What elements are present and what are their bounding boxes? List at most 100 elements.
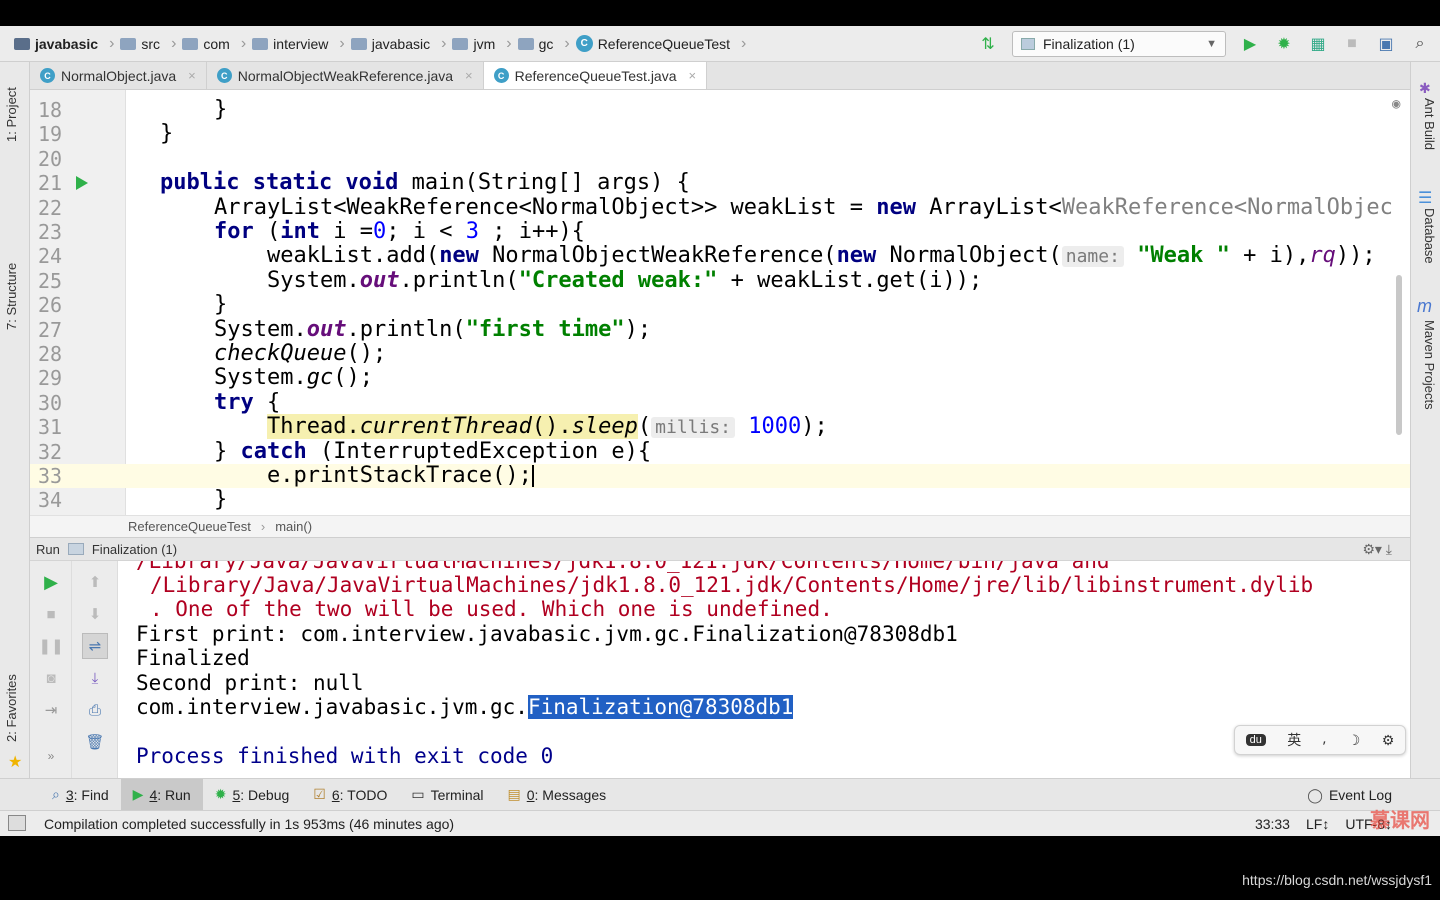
code-text: ; i++){ (478, 219, 585, 244)
number-literal: 1000 (748, 414, 802, 440)
camera-icon[interactable]: ◙ (38, 665, 64, 691)
field-reference: rq (1309, 243, 1336, 269)
todo-icon: ☑ (313, 786, 326, 802)
login-icon[interactable]: ⇥ (38, 697, 64, 723)
window-toggle-icon[interactable] (8, 815, 26, 831)
gear-icon[interactable]: ⚙ (1382, 732, 1395, 749)
line-number: 19 (38, 122, 63, 147)
breadcrumb-class[interactable]: ReferenceQueueTest (128, 519, 251, 534)
screen-bottom-bar (0, 836, 1440, 900)
code-line: 25 System.out.println("Created weak:" + w… (30, 268, 1410, 293)
parameter-hint: millis: (651, 417, 735, 439)
debug-tool-button[interactable]: ✹ 5: Debug (203, 779, 302, 811)
editor-tabs: C NormalObject.java × C NormalObjectWeakRef… (30, 62, 1410, 90)
line-number: 18 (38, 98, 63, 122)
baidu-ime-icon[interactable]: du (1245, 734, 1266, 746)
run-gutter-icon[interactable] (76, 176, 88, 191)
nav-crumb-javabasic[interactable]: javabasic › (350, 35, 446, 53)
ant-build-tool-button[interactable]: Ant Build (1422, 98, 1437, 150)
run-config-selector[interactable]: Finalization (1) ▼ (1012, 31, 1226, 57)
chevron-right-icon: › (564, 34, 570, 52)
ant-icon: ✱ (1419, 80, 1431, 96)
line-number: 31 (38, 415, 63, 440)
search-icon[interactable]: ⌕ (1410, 34, 1430, 54)
ime-language-toggle[interactable]: 英 (1287, 730, 1301, 750)
stop-icon[interactable]: ■ (38, 601, 64, 627)
project-tool-button[interactable]: 1: Project (4, 87, 19, 142)
line-number: 28 (38, 342, 63, 366)
close-icon[interactable]: × (465, 68, 473, 83)
maven-tool-button[interactable]: Maven Projects (1422, 320, 1437, 410)
code-text: System. (214, 316, 307, 342)
run-config-icon (67, 543, 84, 555)
nav-crumb-jvm[interactable]: jvm › (452, 35, 512, 53)
scroll-to-end-icon[interactable]: ⤓ (82, 665, 108, 691)
code-text: ( (253, 219, 281, 244)
code-text: NormalObjectWeakReference( (478, 243, 837, 269)
rerun-icon[interactable]: ▶ (38, 569, 64, 595)
terminal-tool-button[interactable]: ▭ Terminal (399, 779, 495, 811)
code-text: )); (1335, 243, 1376, 269)
run-icon[interactable]: ▶ (1240, 34, 1260, 54)
sort-icon[interactable]: ⇅ (978, 34, 998, 54)
messages-tool-button[interactable]: ▤ 0: Messages (496, 779, 619, 811)
nav-crumb-com[interactable]: com › (182, 35, 246, 53)
breadcrumb-method[interactable]: main() (275, 519, 312, 534)
coverage-icon[interactable]: ▦ (1308, 34, 1328, 54)
run-toolbar-secondary: ⬆ ⬇ ⇌ ⤓ ⎙ 🗑 (72, 561, 118, 778)
arrow-down-icon[interactable]: ⬇ (82, 601, 108, 627)
tab-normal-object-weak-reference[interactable]: C NormalObjectWeakReference.java × (207, 62, 484, 89)
watermark-text: https://blog.csdn.net/wssjdysf1 (1242, 872, 1432, 888)
project-structure-icon[interactable]: ▣ (1376, 34, 1396, 54)
gear-icon[interactable]: ⚙▾ ⤓ (1362, 541, 1392, 558)
code-text: ( (637, 414, 652, 440)
structure-tool-button[interactable]: 7: Structure (4, 263, 19, 330)
line-number: 34 (38, 488, 63, 513)
line-separator-selector[interactable]: LF↕ (1306, 816, 1329, 832)
pause-icon[interactable]: ❚❚ (38, 633, 64, 659)
console-line: com.interview.javabasic.jvm.gc.Finalizat… (136, 695, 794, 719)
console-line-error: /Library/Java/JavaVirtualMachines/jdk1.8… (150, 573, 1314, 597)
more-icon[interactable]: » (38, 743, 64, 769)
arrow-up-icon[interactable]: ⬆ (82, 569, 108, 595)
code-text: NormalObject( (876, 243, 1062, 269)
nav-crumb-class[interactable]: C ReferenceQueueTest › (575, 35, 746, 53)
trash-icon[interactable]: 🗑 (82, 729, 108, 755)
console-line-error: . One of the two will be used. Which one… (150, 597, 833, 622)
tool-label: : Debug (240, 786, 290, 803)
run-tool-button[interactable]: ▶ 4: Run (120, 778, 203, 811)
moon-icon[interactable]: ☽ (1348, 732, 1361, 749)
project-folder-icon (14, 37, 30, 50)
nav-crumb-gc[interactable]: gc › (517, 34, 570, 53)
star-icon: ★ (8, 754, 23, 771)
database-tool-button[interactable]: Database (1422, 208, 1437, 264)
event-log-label: Event Log (1328, 787, 1392, 803)
code-text: ); (624, 316, 652, 342)
print-icon[interactable]: ⎙ (82, 697, 108, 723)
tool-window-bar: ⌕ 3: Find ▶ 4: Run ✹ 5: Debug ☑ 6: TODO ▭ Ter… (0, 778, 1440, 811)
favorites-tool-button[interactable]: 2: Favorites (4, 674, 19, 742)
brand-logo: 慕课网 (1370, 810, 1430, 832)
find-tool-button[interactable]: ⌕ 3: Find (40, 779, 121, 811)
tab-normal-object[interactable]: C NormalObject.java × (30, 62, 207, 89)
stop-icon[interactable]: ■ (1342, 34, 1362, 54)
nav-crumb-src[interactable]: src › (120, 35, 176, 53)
close-icon[interactable]: × (689, 68, 697, 83)
debug-icon[interactable]: ✹ (1274, 34, 1294, 54)
code-editor[interactable]: ◉ 18} 19} 20 21 public static void main(S… (30, 90, 1410, 515)
database-icon: ☰ (1418, 190, 1433, 207)
run-config-tab[interactable]: Finalization (1) (92, 542, 177, 557)
method-call: checkQueue (214, 341, 347, 366)
code-text: (InterruptedException e){ (306, 438, 652, 464)
console-output[interactable]: /Library/Java/JavaVirtualMachines/jdk1.8… (118, 561, 1410, 778)
todo-tool-button[interactable]: ☑ 6: TODO (301, 779, 399, 811)
tab-reference-queue-test[interactable]: C ReferenceQueueTest.java × (483, 62, 708, 89)
nav-crumb-project[interactable]: javabasic › (14, 35, 114, 53)
ime-punctuation-icon[interactable]: ⸴ (1323, 731, 1327, 750)
soft-wrap-icon[interactable]: ⇌ (82, 633, 108, 659)
class-icon: C (40, 68, 55, 83)
caret-position[interactable]: 33:33 (1255, 816, 1290, 832)
folder-icon (182, 37, 199, 50)
close-icon[interactable]: × (188, 68, 196, 83)
nav-crumb-interview[interactable]: interview › (252, 35, 345, 53)
